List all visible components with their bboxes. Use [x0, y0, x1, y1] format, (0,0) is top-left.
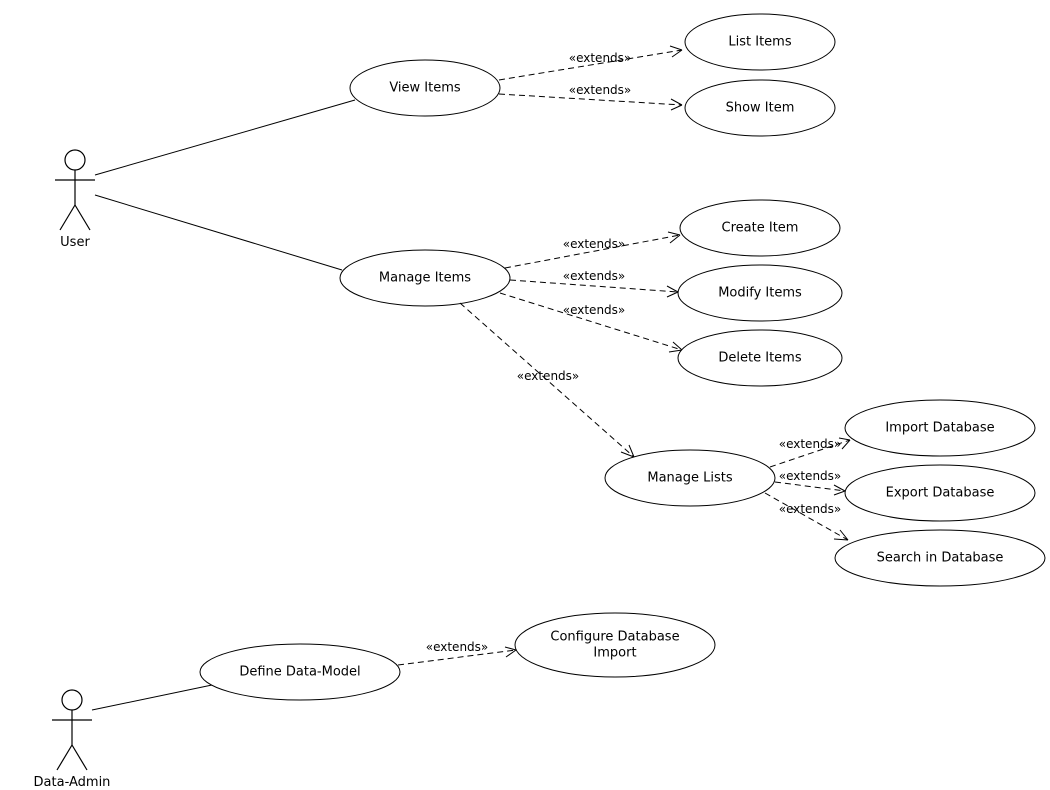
usecase-view-items: View Items	[350, 60, 500, 116]
extends-manage-lists-import-database: «extends»	[770, 437, 850, 467]
svg-text:Search in Database: Search in Database	[877, 551, 1004, 566]
usecase-manage-items: Manage Items	[340, 250, 510, 306]
svg-text:Define Data-Model: Define Data-Model	[239, 665, 360, 680]
svg-text:«extends»: «extends»	[569, 51, 632, 65]
svg-text:«extends»: «extends»	[779, 437, 842, 451]
assoc-user-view-items	[95, 100, 355, 175]
svg-text:Modify Items: Modify Items	[718, 286, 802, 301]
svg-text:Delete Items: Delete Items	[718, 351, 801, 366]
svg-text:Import Database: Import Database	[885, 421, 994, 436]
extends-manage-items-create-item: «extends»	[505, 232, 680, 268]
usecase-import-database: Import Database	[845, 400, 1035, 456]
svg-text:«extends»: «extends»	[779, 469, 842, 483]
actor-user-label: User	[60, 235, 90, 250]
actor-user: User	[55, 150, 95, 250]
svg-text:Export Database: Export Database	[886, 486, 995, 501]
svg-text:List Items: List Items	[728, 35, 791, 50]
svg-text:«extends»: «extends»	[426, 640, 489, 654]
svg-text:Import: Import	[593, 646, 636, 661]
extends-manage-items-delete-items: «extends»	[500, 293, 682, 352]
svg-text:Manage Lists: Manage Lists	[647, 471, 732, 486]
usecase-delete-items: Delete Items	[678, 330, 842, 386]
extends-define-data-model-configure-db-import: «extends»	[398, 640, 516, 665]
extends-manage-items-modify-items: «extends»	[510, 269, 678, 297]
svg-text:Configure Database: Configure Database	[550, 630, 679, 645]
actor-data-admin-label: Data-Admin	[34, 775, 111, 790]
svg-text:«extends»: «extends»	[563, 269, 626, 283]
usecase-export-database: Export Database	[845, 465, 1035, 521]
svg-text:«extends»: «extends»	[517, 369, 580, 383]
actor-data-admin: Data-Admin	[34, 690, 111, 790]
svg-text:Create Item: Create Item	[722, 221, 799, 236]
svg-text:Manage Items: Manage Items	[379, 271, 471, 286]
extends-manage-lists-export-database: «extends»	[775, 469, 845, 495]
svg-text:«extends»: «extends»	[569, 83, 632, 97]
usecase-search-in-database: Search in Database	[835, 530, 1045, 586]
usecase-manage-lists: Manage Lists	[605, 450, 775, 506]
extends-manage-items-manage-lists: «extends»	[460, 303, 634, 457]
svg-text:Show Item: Show Item	[726, 101, 795, 116]
usecase-create-item: Create Item	[680, 200, 840, 256]
usecase-define-data-model: Define Data-Model	[200, 644, 400, 700]
svg-text:«extends»: «extends»	[779, 502, 842, 516]
usecase-modify-items: Modify Items	[678, 265, 842, 321]
extends-manage-lists-search-in-database: «extends»	[765, 493, 848, 540]
extends-view-items-list-items: «extends»	[499, 46, 682, 80]
extends-view-items-show-item: «extends»	[499, 83, 682, 110]
usecase-list-items: List Items	[685, 14, 835, 70]
assoc-user-manage-items	[95, 195, 342, 270]
usecase-show-item: Show Item	[685, 80, 835, 136]
use-case-diagram: User Data-Admin View Items List Items Sh…	[0, 0, 1050, 790]
svg-text:«extends»: «extends»	[563, 303, 626, 317]
svg-text:«extends»: «extends»	[563, 237, 626, 251]
usecase-configure-database-import: Configure Database Import	[515, 613, 715, 677]
svg-text:View Items: View Items	[389, 81, 461, 96]
assoc-dataadmin-define-data-model	[92, 685, 212, 710]
